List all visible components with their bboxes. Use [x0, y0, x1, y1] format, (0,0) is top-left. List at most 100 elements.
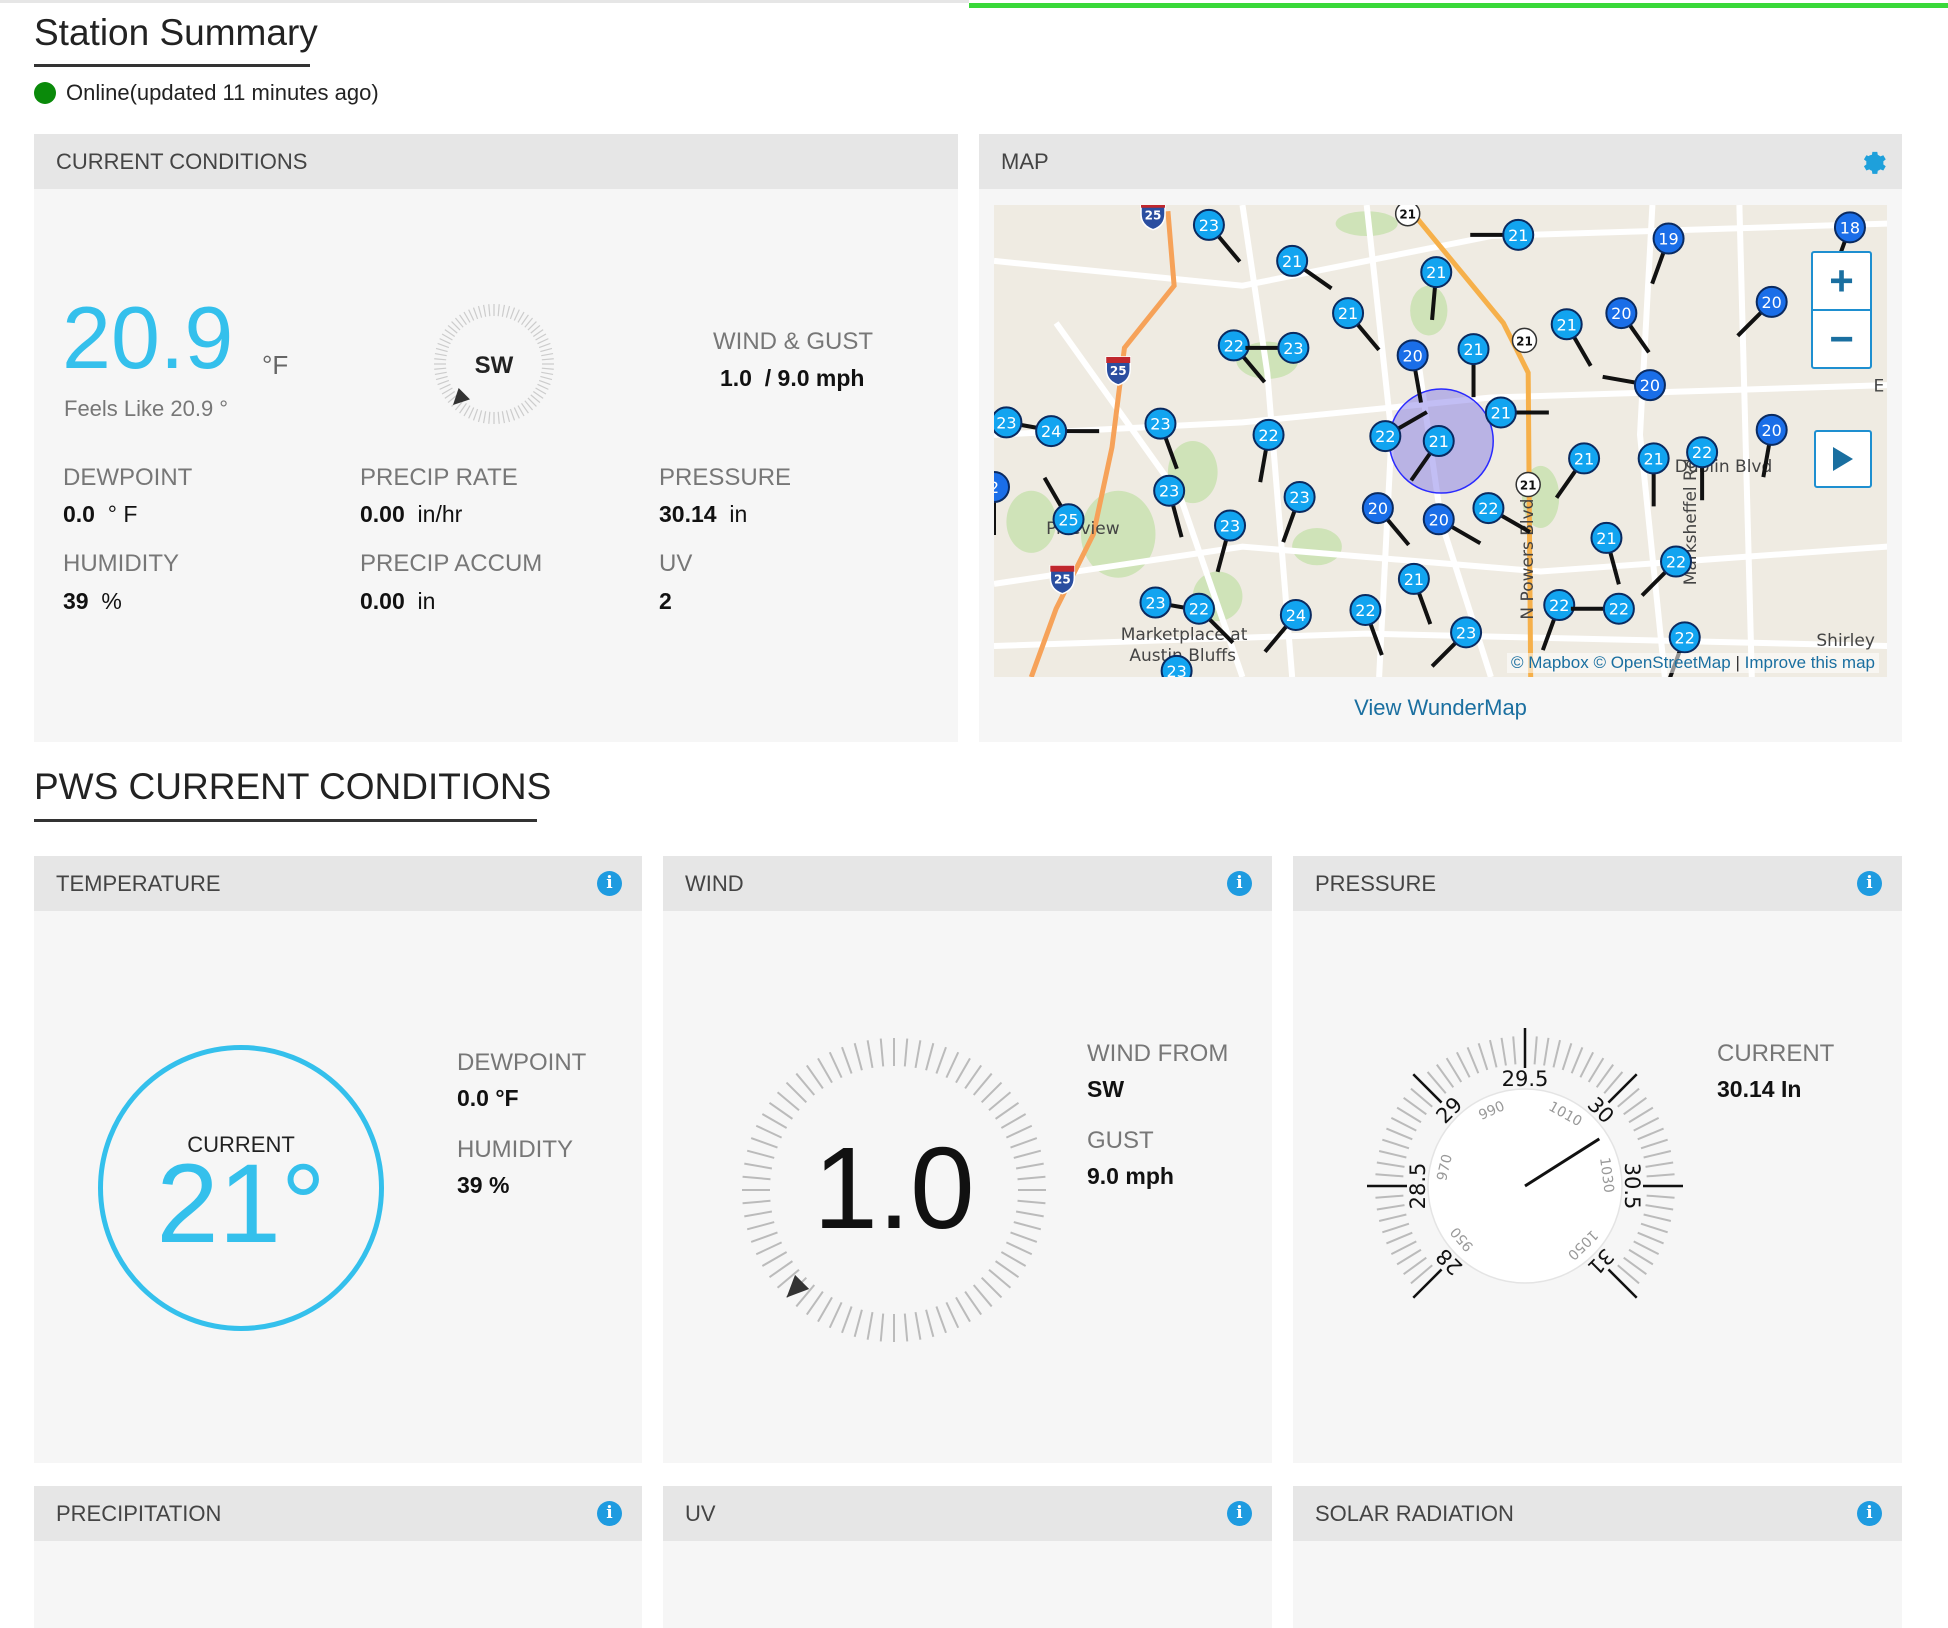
pressure-minor-tick	[1489, 1039, 1498, 1068]
pws-section-title: PWS CURRENT CONDITIONS	[34, 766, 552, 807]
info-icon[interactable]: i	[1857, 871, 1882, 896]
route-number: 21	[1399, 208, 1416, 222]
pressure-minor-tick	[1466, 1047, 1480, 1074]
uv-value: 2	[659, 588, 672, 614]
compass-tick	[437, 342, 450, 349]
card-header: TEMPERATURE	[34, 856, 642, 911]
station-temperature: 24	[1286, 606, 1306, 625]
station-temperature: 21	[1643, 449, 1663, 468]
map-place-label: Shirley	[1816, 631, 1875, 651]
compass-tick	[482, 304, 487, 317]
station-status: Online(updated 11 minutes ago)	[34, 80, 379, 106]
zoom-in-button[interactable]: +	[1811, 251, 1872, 311]
pressure-minor-tick	[1646, 1194, 1675, 1199]
zoom-out-button[interactable]: −	[1811, 309, 1872, 369]
improve-map-link[interactable]: Improve this map	[1745, 653, 1875, 672]
map-panel: MAP 25 25 25 21 21 21 Pikeview Marketplace at Au…	[979, 134, 1902, 742]
humidity-label: HUMIDITY	[457, 1136, 573, 1163]
page-title: Station Summary	[34, 12, 318, 53]
compass-tick	[540, 347, 553, 353]
wind-gauge-tick	[925, 1042, 935, 1071]
pressure-minor-tick	[1386, 1231, 1413, 1245]
compass-tick	[509, 307, 516, 320]
compass-tick	[434, 367, 447, 370]
wind-direction-pointer-icon	[452, 388, 470, 406]
play-button[interactable]	[1814, 430, 1872, 488]
pressure-minor-tick	[1376, 1161, 1405, 1168]
wind-gauge-tick	[995, 1260, 1020, 1279]
station-temperature: 21	[1426, 263, 1446, 282]
compass-tick	[538, 379, 551, 386]
title-underline	[34, 64, 310, 67]
compass-tick	[459, 314, 467, 326]
station-temperature: 21	[1429, 432, 1449, 451]
info-icon[interactable]: i	[597, 871, 622, 896]
pressure-current-value: 30.14 In	[1717, 1076, 1802, 1102]
pressure-minor-tick	[1543, 1037, 1550, 1066]
wind-gauge-tick	[925, 1309, 935, 1338]
current-conditions-panel: CURRENT CONDITIONS 20.9 °F Feels Like 20…	[34, 134, 958, 742]
view-wundermap-label[interactable]: View WunderMap	[1354, 695, 1527, 720]
osm-link[interactable]: © OpenStreetMap	[1593, 653, 1730, 672]
station-temperature: 22	[1478, 499, 1498, 518]
station-temperature: 23	[996, 413, 1016, 432]
pressure-minor-tick	[1640, 1138, 1668, 1150]
station-temperature: 22	[1609, 600, 1629, 619]
compass-tick	[463, 311, 471, 323]
precip-accum-label: PRECIP ACCUM	[360, 550, 543, 577]
pressure-major-tick	[1607, 1073, 1638, 1104]
park-area	[1292, 527, 1342, 566]
wind-gust-label: WIND & GUST	[713, 328, 873, 355]
wind-gauge-tick	[1010, 1231, 1038, 1243]
info-icon[interactable]: i	[1227, 871, 1252, 896]
wind-direction-label: SW	[475, 352, 514, 379]
compass-tick	[477, 305, 483, 318]
info-icon[interactable]: i	[1857, 1501, 1882, 1526]
station-temperature: 20	[1762, 421, 1782, 440]
wind-from-label: WIND FROM	[1087, 1040, 1229, 1067]
wind-gauge-tick	[972, 1072, 993, 1096]
compass-tick	[468, 309, 475, 321]
station-temperature: 22	[1692, 443, 1712, 462]
wind-gauge-tick	[1013, 1221, 1042, 1231]
wind-gauge-tick	[817, 1296, 833, 1323]
station-temperature: 22	[1258, 426, 1278, 445]
wind-gauge-tick	[1000, 1113, 1027, 1129]
dewpoint-value: 0.0 ° F	[63, 501, 138, 527]
station-temperature: 24	[1041, 422, 1061, 441]
route-number: 25	[1110, 364, 1127, 378]
station-temperature: 18	[1840, 218, 1860, 237]
wind-gauge-tick	[935, 1306, 947, 1334]
station-map[interactable]: 25 25 25 21 21 21 Pikeview Marketplace at Austin…	[994, 205, 1887, 677]
wind-gauge-tick	[805, 1064, 824, 1089]
temperature-current-value: 21°	[156, 1141, 326, 1266]
wind-gauge-tick	[755, 1241, 783, 1256]
current-temperature: 20.9	[62, 288, 234, 387]
compass-tick	[517, 311, 525, 323]
station-temperature: 19	[1658, 230, 1678, 249]
compass-tick	[501, 304, 506, 317]
compass-tick	[488, 304, 491, 317]
interstate-shield-band	[1141, 205, 1166, 208]
precip-rate-value: 0.00 in/hr	[360, 501, 463, 527]
temperature-unit: °F	[262, 350, 289, 380]
pressure-minor-tick	[1623, 1256, 1647, 1275]
status-text: Online(updated 11 minutes ago)	[66, 80, 379, 105]
view-wundermap-link[interactable]: View WunderMap	[979, 695, 1902, 721]
map-canvas[interactable]: 252525212121PikeviewMarketplace atAustin…	[994, 205, 1887, 677]
pressure-minor-tick	[1637, 1231, 1664, 1245]
pressure-current-label: CURRENT	[1717, 1040, 1835, 1067]
card-header: SOLAR RADIATION	[1293, 1486, 1902, 1541]
mapbox-link[interactable]: © Mapbox	[1511, 653, 1589, 672]
wind-gauge-tick	[742, 1199, 771, 1205]
feels-like: Feels Like 20.9 °	[64, 396, 229, 421]
info-icon[interactable]: i	[597, 1501, 622, 1526]
pressure-minor-tick	[1637, 1127, 1664, 1141]
info-icon[interactable]: i	[1227, 1501, 1252, 1526]
compass-tick	[509, 408, 516, 421]
gear-icon[interactable]	[1860, 148, 1888, 176]
dewpoint-label: DEWPOINT	[457, 1049, 587, 1076]
wind-gauge-tick	[1010, 1137, 1038, 1149]
pressure-minor-tick	[1456, 1051, 1471, 1078]
station-temperature: 22	[1675, 628, 1695, 647]
